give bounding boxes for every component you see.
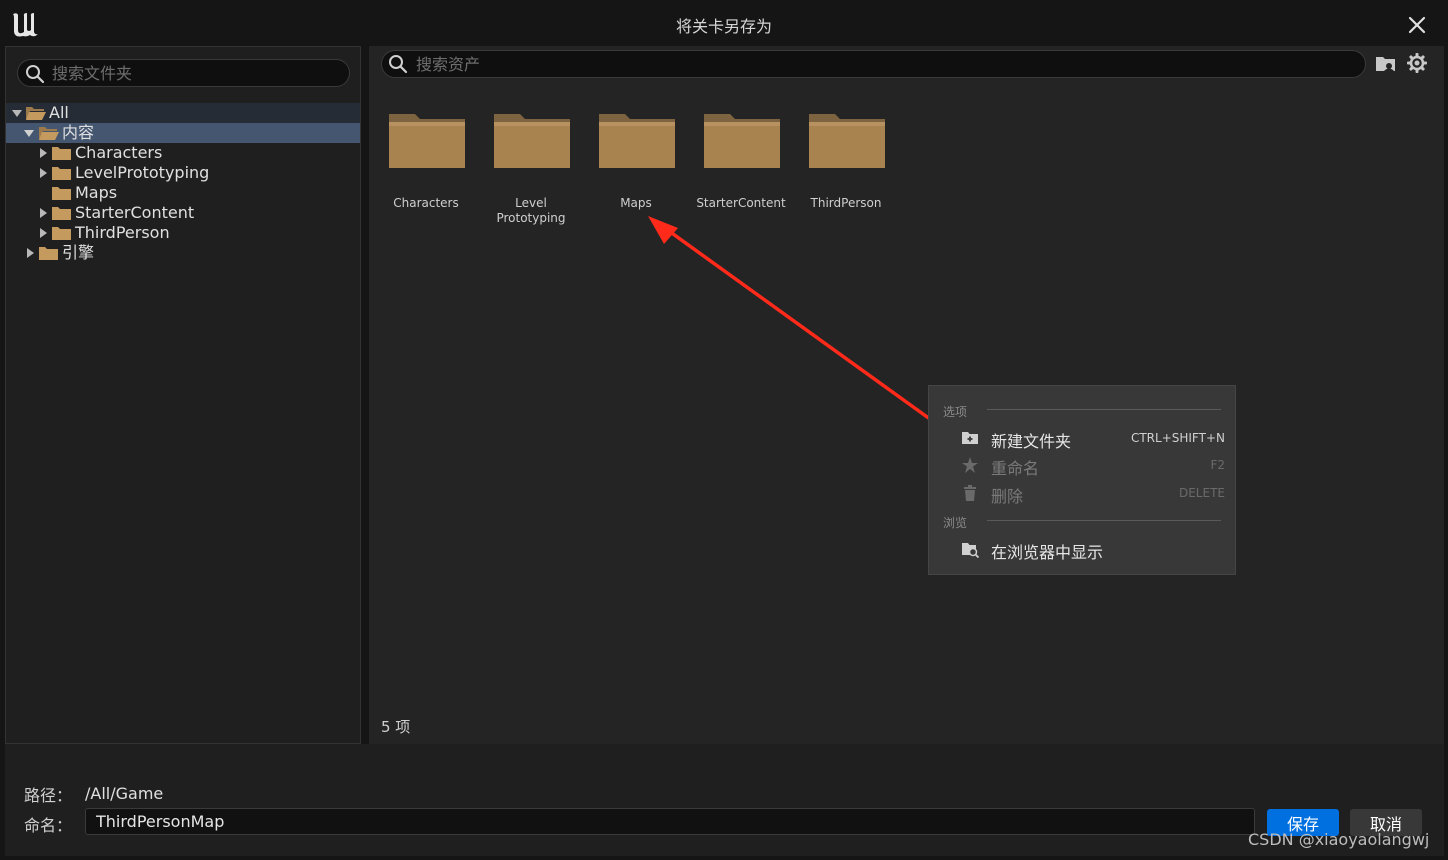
folder-icon [52, 167, 71, 180]
search-icon [389, 55, 408, 74]
menu-item-label: 新建文件夹 [991, 432, 1072, 451]
folder-icon [52, 207, 71, 220]
chevron-right-icon[interactable] [38, 228, 48, 238]
menu-section-options: 选项 [943, 405, 968, 419]
asset-panel: Characters Level Prototyping Maps Starte… [369, 46, 1444, 744]
new-folder-icon [962, 432, 978, 444]
menu-item-rename[interactable]: 重命名 F2 [929, 452, 1235, 478]
menu-item-label: 在浏览器中显示 [991, 543, 1104, 562]
tree-item-characters[interactable]: Characters [6, 143, 360, 163]
asset-search-input[interactable] [416, 53, 1346, 75]
folder-tile-label: Characters [393, 196, 459, 210]
folder-tile-characters[interactable]: Characters [379, 110, 473, 230]
menu-item-shortcut: F2 [1210, 458, 1225, 472]
folder-tile-label: StarterContent [696, 196, 786, 210]
gear-icon[interactable] [1406, 52, 1428, 74]
folder-tile-label: Maps [620, 196, 652, 210]
folder-icon [389, 114, 465, 168]
tree-item-levelprototyping[interactable]: LevelPrototyping [6, 163, 360, 183]
folder-tile-levelprototyping[interactable]: Level Prototyping [484, 110, 578, 230]
tree-item-label: 引擎 [62, 243, 95, 262]
folder-icon [704, 114, 780, 168]
menu-item-label: 删除 [991, 487, 1024, 506]
folder-tile-maps[interactable]: Maps [589, 110, 683, 230]
tree-item-all[interactable]: All [6, 103, 360, 123]
chevron-right-icon[interactable] [25, 248, 35, 258]
tree-item-content[interactable]: 内容 [6, 123, 360, 143]
new-folder-icon[interactable] [1375, 53, 1397, 75]
menu-item-delete[interactable]: 删除 DELETE [929, 480, 1235, 506]
folder-icon [39, 247, 58, 260]
search-icon [26, 65, 45, 84]
tree-item-maps[interactable]: Maps [6, 183, 360, 203]
name-label: 命名： [24, 816, 73, 835]
title-bar: 将关卡另存为 [0, 0, 1448, 48]
folder-tile-startercontent[interactable]: StarterContent [694, 110, 788, 230]
tree-item-label: LevelPrototyping [75, 163, 210, 182]
window-title: 将关卡另存为 [675, 17, 772, 36]
menu-section-browse: 浏览 [943, 516, 968, 530]
chevron-right-icon[interactable] [38, 148, 48, 158]
rename-star-icon [962, 457, 978, 473]
tree-item-label: Characters [75, 143, 163, 162]
menu-item-show-in-browser[interactable]: 在浏览器中显示 [929, 536, 1235, 562]
tree-item-engine[interactable]: 引擎 [6, 243, 360, 263]
folder-icon [599, 114, 675, 168]
tree-item-label: ThirdPerson [75, 223, 170, 242]
level-name-input[interactable] [85, 808, 1255, 835]
folder-icon [52, 187, 71, 200]
folder-tile-label: Level Prototyping [496, 196, 566, 225]
folder-tree-panel: All 内容 Characters LevelPrototyping Maps [5, 46, 361, 744]
folder-icon [494, 114, 570, 168]
menu-divider [987, 409, 1221, 410]
chevron-right-icon[interactable] [38, 168, 48, 178]
context-menu: 选项 新建文件夹 CTRL+SHIFT+N 重命名 F2 删除 DELETE 浏… [928, 385, 1236, 575]
chevron-down-icon[interactable] [12, 108, 22, 118]
folder-tree: All 内容 Characters LevelPrototyping Maps [6, 103, 360, 263]
tree-item-label: All [49, 103, 69, 122]
item-count: 5 项 [381, 718, 411, 736]
folder-open-icon [26, 107, 46, 120]
folder-tile-label: ThirdPerson [810, 196, 882, 210]
trash-icon [964, 485, 976, 501]
tree-item-thirdperson[interactable]: ThirdPerson [6, 223, 360, 243]
folder-icon [809, 114, 885, 168]
tree-item-label: 内容 [62, 123, 95, 142]
folder-icon [52, 147, 71, 160]
save-footer: 路径： /All/Game 命名： 保存 取消 [5, 744, 1444, 856]
menu-item-new-folder[interactable]: 新建文件夹 CTRL+SHIFT+N [929, 425, 1235, 451]
asset-search-box[interactable] [381, 50, 1366, 78]
folder-search-icon [962, 543, 979, 558]
folder-tile-thirdperson[interactable]: ThirdPerson [799, 110, 893, 230]
folder-search-box[interactable] [17, 59, 350, 87]
tree-item-startercontent[interactable]: StarterContent [6, 203, 360, 223]
path-label: 路径： [24, 786, 73, 805]
tree-item-label: StarterContent [75, 203, 195, 222]
watermark: CSDN @xiaoyaolangwj [1248, 830, 1430, 849]
menu-item-shortcut: DELETE [1178, 486, 1225, 500]
tree-item-label: Maps [75, 183, 118, 202]
folder-open-icon [39, 127, 59, 140]
folder-icon [52, 227, 71, 240]
chevron-down-icon[interactable] [24, 128, 34, 138]
close-icon[interactable] [1404, 12, 1430, 38]
menu-divider [987, 520, 1221, 521]
menu-item-label: 重命名 [991, 459, 1040, 478]
folder-search-input[interactable] [52, 62, 342, 84]
chevron-right-icon[interactable] [38, 208, 48, 218]
menu-item-shortcut: CTRL+SHIFT+N [1130, 431, 1225, 445]
path-value: /All/Game [85, 784, 164, 803]
